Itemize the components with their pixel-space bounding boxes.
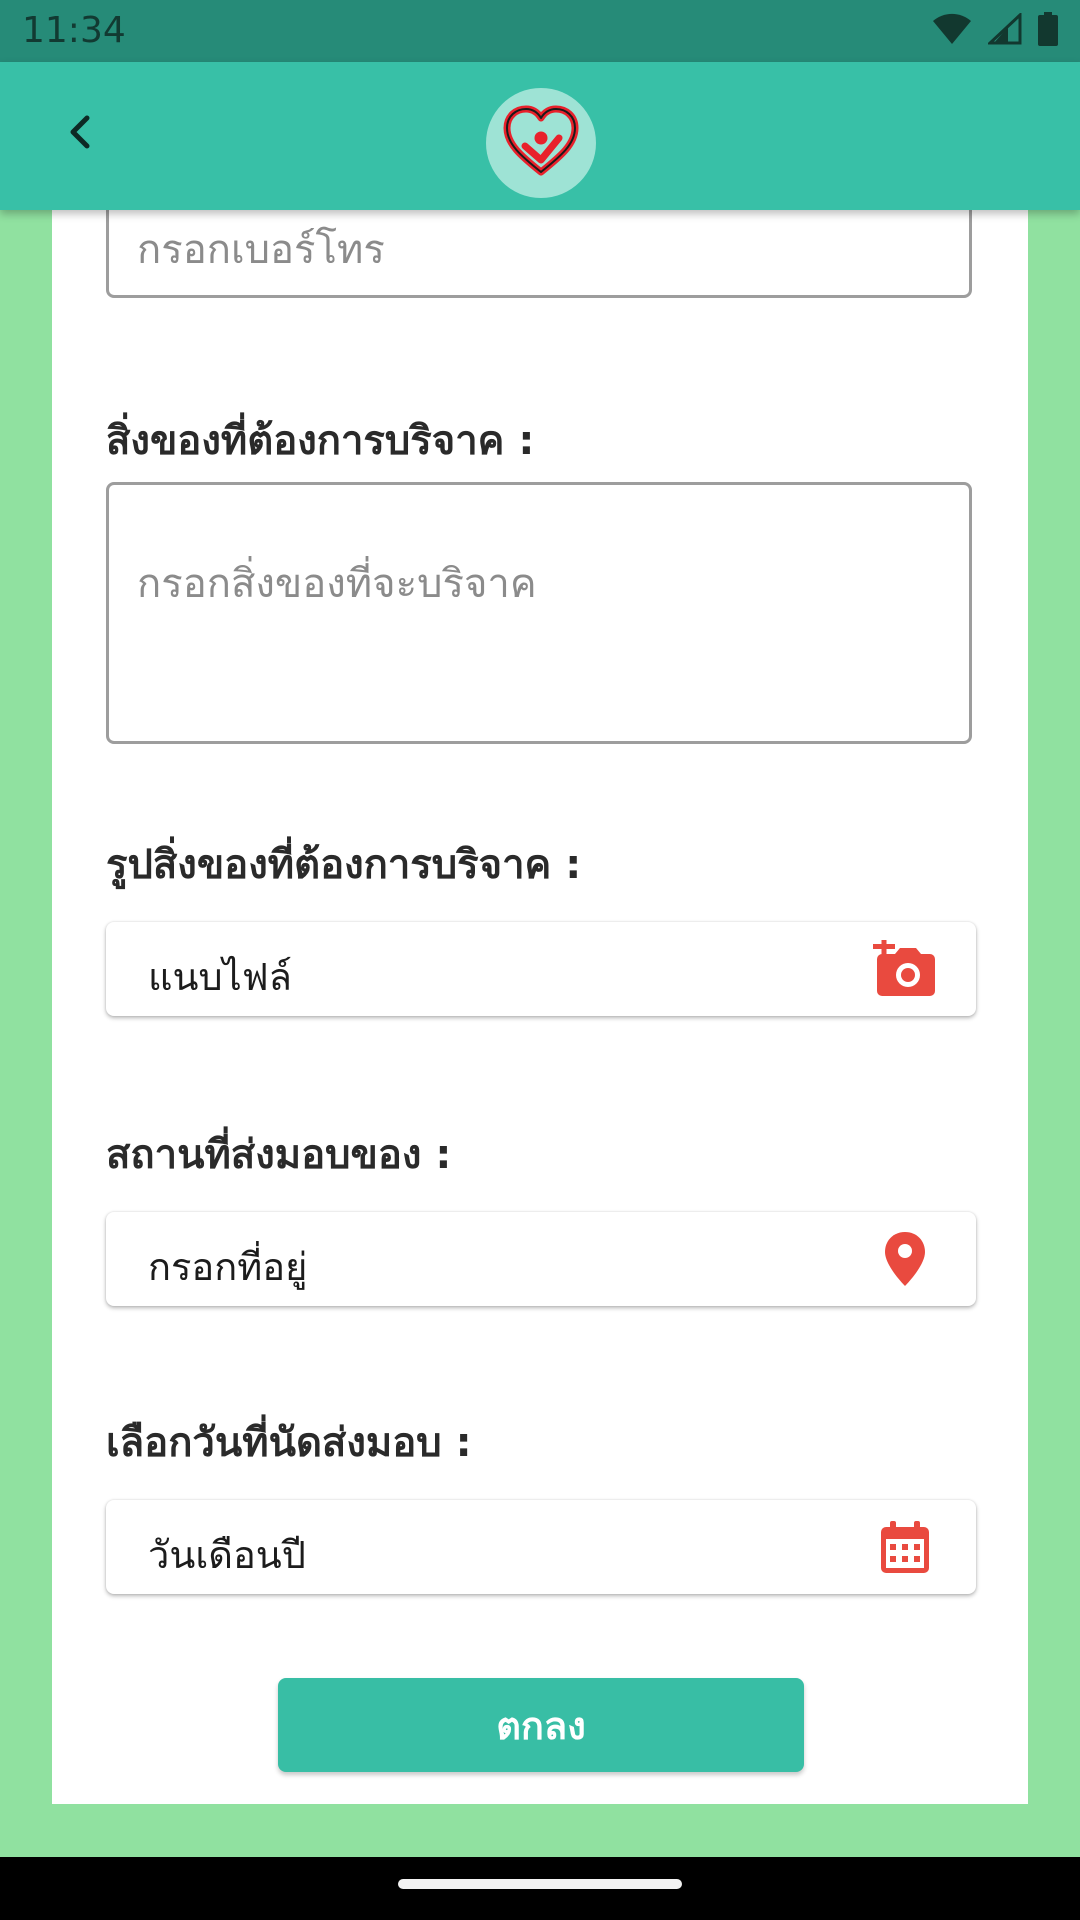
donation-items-input[interactable]: กรอกสิ่งของที่จะบริจาค bbox=[106, 482, 972, 744]
location-label: สถานที่ส่งมอบของ : bbox=[106, 1132, 452, 1178]
form-card: กรอกเบอร์โทร สิ่งของที่ต้องการบริจาค : ก… bbox=[52, 190, 1028, 1804]
submit-button[interactable]: ตกลง bbox=[278, 1678, 804, 1772]
battery-icon bbox=[1038, 12, 1058, 50]
date-text: วันเดือนปี bbox=[148, 1533, 306, 1577]
date-label: เลือกวันที่นัดส่งมอบ : bbox=[106, 1420, 472, 1466]
status-time: 11:34 bbox=[22, 10, 126, 51]
status-icons bbox=[932, 11, 1058, 50]
heart-logo-icon bbox=[501, 104, 581, 182]
home-gesture-pill[interactable] bbox=[398, 1879, 682, 1889]
photo-attach-text: แนบไฟล์ bbox=[148, 955, 292, 999]
system-nav-bar bbox=[0, 1857, 1080, 1920]
calendar-icon[interactable] bbox=[872, 1514, 938, 1580]
app-logo bbox=[486, 88, 596, 198]
chevron-left-icon bbox=[63, 112, 97, 156]
photo-attach-field[interactable]: แนบไฟล์ bbox=[106, 922, 976, 1016]
photo-label: รูปสิ่งของที่ต้องการบริจาค : bbox=[106, 842, 582, 888]
status-bar: 11:34 bbox=[0, 0, 1080, 62]
location-field[interactable]: กรอกที่อยู่ bbox=[106, 1212, 976, 1306]
signal-icon bbox=[986, 11, 1022, 49]
location-text: กรอกที่อยู่ bbox=[148, 1245, 308, 1289]
date-field[interactable]: วันเดือนปี bbox=[106, 1500, 976, 1594]
wifi-icon bbox=[932, 13, 972, 49]
donation-items-placeholder: กรอกสิ่งของที่จะบริจาค bbox=[137, 561, 537, 607]
app-bar bbox=[0, 62, 1080, 210]
back-button[interactable] bbox=[48, 102, 112, 166]
donation-items-label: สิ่งของที่ต้องการบริจาค : bbox=[106, 418, 535, 464]
phone-placeholder: กรอกเบอร์โทร bbox=[137, 227, 385, 273]
map-pin-icon[interactable] bbox=[872, 1226, 938, 1292]
add-photo-icon[interactable] bbox=[872, 936, 938, 1002]
